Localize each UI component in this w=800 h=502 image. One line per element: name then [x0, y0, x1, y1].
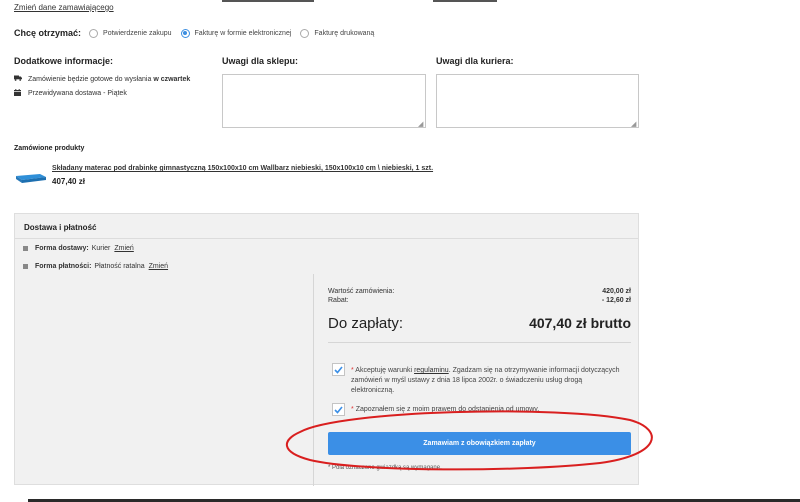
product-price: 407,40 zł	[52, 177, 85, 186]
withdrawal-text: Zapoznałem się z moim prawem do odstąpie…	[355, 406, 540, 413]
withdrawal-consent-text: * Zapoznałem się z moim prawem do odstąp…	[351, 405, 626, 415]
courier-notes-label: Uwagi dla kuriera:	[436, 56, 514, 66]
required-star: *	[351, 367, 354, 374]
radio-button[interactable]	[300, 28, 310, 38]
radio-button[interactable]	[89, 28, 99, 38]
discount-row: Rabat: - 12,60 zł	[328, 297, 631, 304]
delivery-info-row: Przewidywana dostawa - Piątek	[14, 89, 127, 98]
delivery-method-row: Forma dostawy: Kurier Zmień	[23, 245, 134, 252]
bullet-icon	[23, 246, 28, 251]
product-thumbnail[interactable]	[16, 171, 46, 187]
radio-printed-invoice[interactable]: Fakturę drukowaną	[300, 28, 375, 38]
cut-off-link-left	[222, 0, 314, 2]
radio-button-checked[interactable]	[180, 28, 190, 38]
withdrawal-checkbox[interactable]	[332, 403, 345, 416]
radio-purchase-confirmation[interactable]: Potwierdzenie zakupu	[89, 28, 172, 38]
calendar-icon	[14, 89, 23, 98]
order-value: 420,00 zł	[602, 288, 631, 295]
resize-grip-icon[interactable]: ◢	[418, 120, 423, 128]
delivery-method-value: Kurier	[91, 245, 111, 252]
order-totals: Wartość zamówienia: 420,00 zł Rabat: - 1…	[313, 274, 631, 486]
panel-title: Dostawa i płatność	[24, 223, 97, 232]
required-fields-footnote: * Pola oznaczone gwiazdką są wymagane.	[328, 465, 442, 471]
place-order-button[interactable]: Zamawiam z obowiązkiem zapłaty	[328, 432, 631, 455]
to-pay-label: Do zapłaty:	[328, 315, 404, 332]
ready-text: Zamówienie będzie gotowe do wysłania	[28, 75, 152, 83]
receive-label: Chcę otrzymać:	[14, 28, 82, 38]
payment-method-value: Płatność ratalna	[94, 263, 145, 270]
terms-text-pre: Akceptuję warunki	[355, 367, 413, 374]
to-pay-value: 407,40 zł brutto	[529, 315, 631, 331]
discount-label: Rabat:	[328, 297, 349, 304]
courier-notes-textarea[interactable]	[436, 74, 639, 128]
payment-method-label: Forma płatności:	[35, 263, 92, 270]
product-name-link[interactable]: Składany materac pod drabinkę gimnastycz…	[52, 165, 433, 172]
required-star: *	[351, 406, 354, 413]
shop-notes-label: Uwagi dla sklepu:	[222, 56, 299, 66]
cut-off-link-right	[433, 0, 497, 2]
check-icon	[334, 405, 343, 414]
total-to-pay-row: Do zapłaty: 407,40 zł brutto	[328, 315, 631, 332]
ready-day: w czwartek	[153, 75, 191, 83]
resize-grip-icon[interactable]: ◢	[631, 120, 636, 128]
radio-label: Fakturę drukowaną	[314, 29, 375, 37]
bullet-icon	[23, 264, 28, 269]
divider	[328, 342, 631, 343]
terms-checkbox[interactable]	[332, 363, 345, 376]
delivery-text: Przewidywana dostawa - Piątek	[28, 90, 127, 97]
payment-method-row: Forma płatności: Płatność ratalna Zmień	[23, 263, 168, 270]
change-customer-data-link[interactable]: Zmień dane zamawiającego	[14, 3, 114, 12]
shop-notes-textarea[interactable]	[222, 74, 426, 128]
additional-info-title: Dodatkowe informacje:	[14, 56, 114, 66]
change-payment-link[interactable]: Zmień	[149, 263, 168, 270]
discount-value: - 12,60 zł	[601, 297, 631, 304]
terms-consent-text: * Akceptuję warunki regulaminu. Zgadzam …	[351, 366, 626, 396]
change-delivery-link[interactable]: Zmień	[114, 245, 133, 252]
receive-options: Chcę otrzymać: Potwierdzenie zakupu Fakt…	[14, 28, 383, 38]
truck-icon	[14, 75, 23, 83]
ready-info-row: Zamówienie będzie gotowe do wysłania w c…	[14, 75, 190, 83]
radio-label: Fakturę w formie elektronicznej	[194, 29, 292, 37]
delivery-payment-panel: Dostawa i płatność Forma dostawy: Kurier…	[14, 213, 639, 486]
order-value-label: Wartość zamówienia:	[328, 288, 395, 295]
divider	[15, 238, 638, 239]
radio-label: Potwierdzenie zakupu	[103, 29, 172, 37]
radio-electronic-invoice[interactable]: Fakturę w formie elektronicznej	[180, 28, 292, 38]
terms-link[interactable]: regulaminu	[414, 367, 449, 374]
check-icon	[334, 365, 343, 374]
delivery-method-label: Forma dostawy:	[35, 245, 89, 252]
order-value-row: Wartość zamówienia: 420,00 zł	[328, 288, 631, 295]
ordered-products-title: Zamówione produkty	[14, 145, 85, 152]
